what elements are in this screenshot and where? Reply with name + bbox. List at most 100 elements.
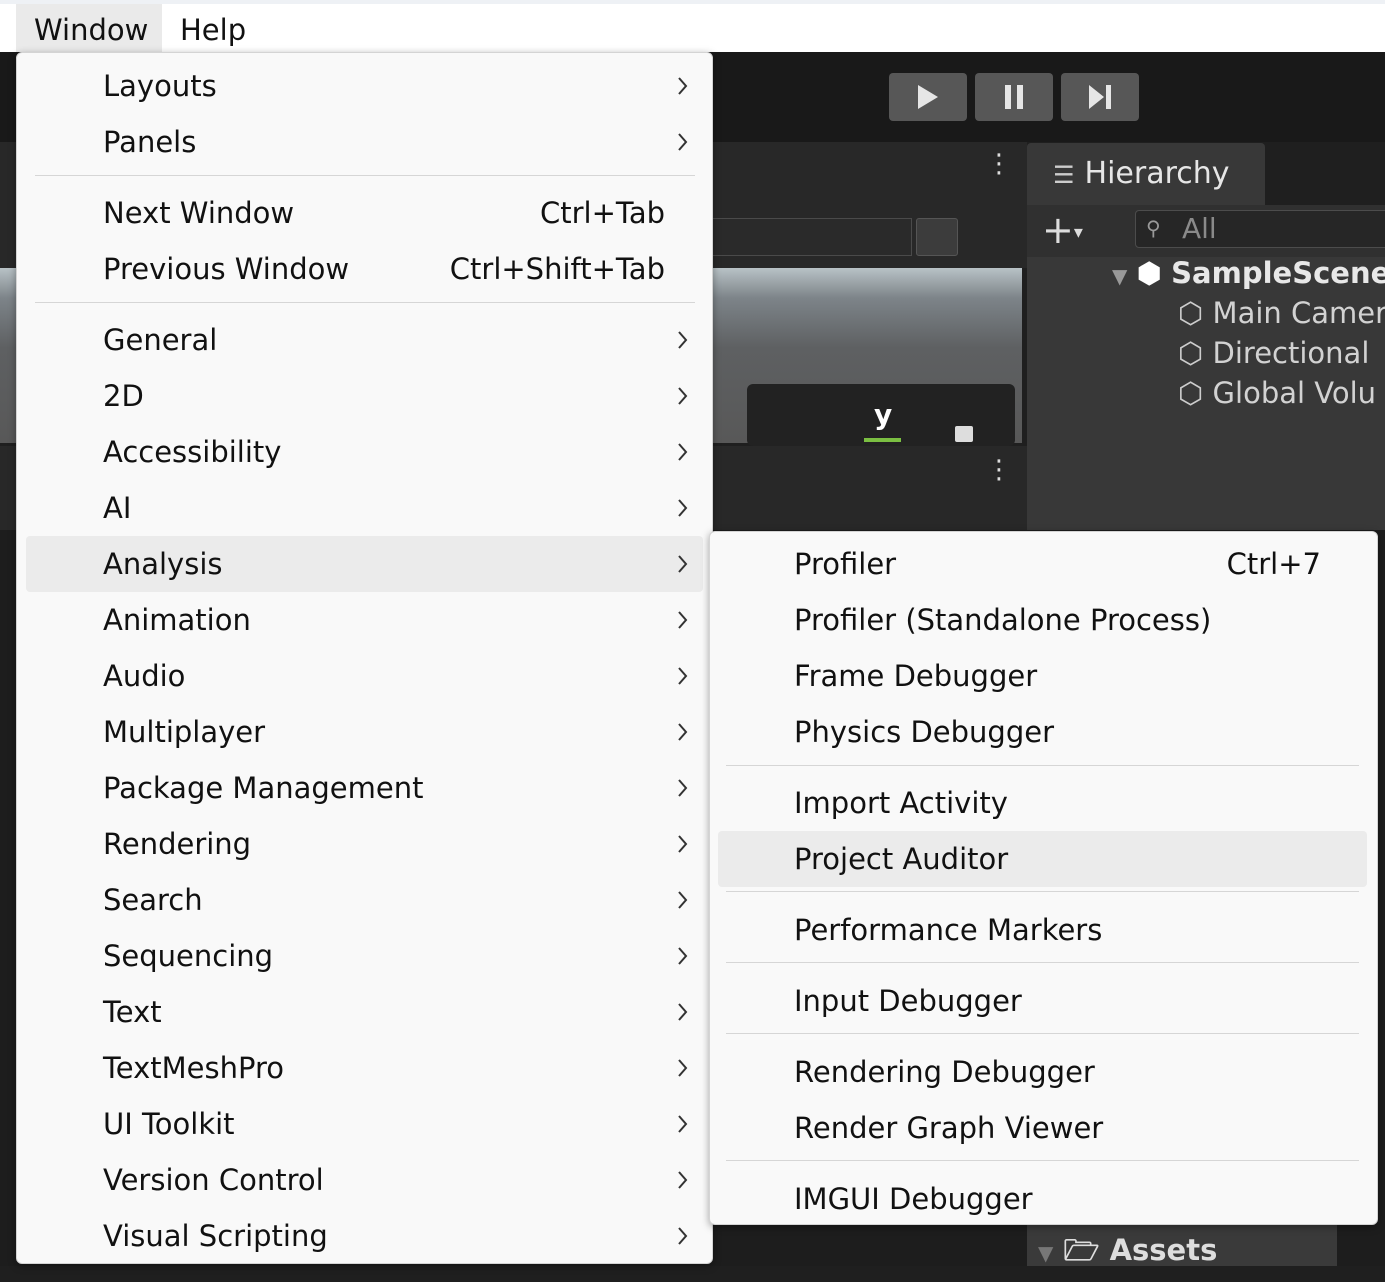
scene-search-field bbox=[700, 218, 912, 256]
analysis-submenu: Profiler Ctrl+7 Profiler (Standalone Proce… bbox=[709, 531, 1378, 1225]
expand-arrow-icon[interactable]: ▼ bbox=[1112, 264, 1127, 288]
hierarchy-search-input[interactable] bbox=[1135, 210, 1385, 248]
hierarchy-tab[interactable]: ☰ Hierarchy bbox=[1027, 143, 1265, 205]
menu-separator bbox=[35, 302, 695, 303]
menu-separator bbox=[35, 175, 695, 176]
menu-item-label: Search bbox=[103, 883, 203, 917]
analysis-menu-item-profiler[interactable]: Profiler Ctrl+7 bbox=[718, 536, 1367, 592]
menu-help[interactable]: Help bbox=[162, 4, 264, 52]
window-menu-item-previous-window[interactable]: Previous Window Ctrl+Shift+Tab bbox=[26, 241, 703, 297]
menu-item-label: Previous Window bbox=[103, 252, 350, 286]
more-options-icon-2[interactable]: ⋮ bbox=[986, 457, 1012, 494]
analysis-menu-item-rendering-debugger[interactable]: Rendering Debugger bbox=[718, 1044, 1367, 1100]
hierarchy-object-row[interactable]: ⬡ Directional bbox=[1178, 336, 1369, 370]
window-menu-item-sequencing[interactable]: Sequencing bbox=[26, 928, 703, 984]
expand-arrow-icon[interactable]: ▼ bbox=[1038, 1241, 1053, 1265]
menu-item-label: Rendering Debugger bbox=[794, 1055, 1095, 1089]
menu-item-label: Input Debugger bbox=[794, 984, 1022, 1018]
analysis-menu-item-imgui-debugger[interactable]: IMGUI Debugger bbox=[718, 1171, 1367, 1227]
hierarchy-object-label: Main Camer bbox=[1212, 296, 1385, 330]
window-menu-item-multiplayer[interactable]: Multiplayer bbox=[26, 704, 703, 760]
chevron-right-icon bbox=[673, 648, 693, 704]
chevron-right-icon bbox=[673, 424, 693, 480]
window-menu-item-ui-toolkit[interactable]: UI Toolkit bbox=[26, 1096, 703, 1152]
window-menu-item-panels[interactable]: Panels bbox=[26, 114, 703, 170]
analysis-menu-item-profiler-standalone-process[interactable]: Profiler (Standalone Process) bbox=[718, 592, 1367, 648]
window-menu-item-textmeshpro[interactable]: TextMeshPro bbox=[26, 1040, 703, 1096]
hierarchy-object-row[interactable]: ⬡ Main Camer bbox=[1178, 296, 1385, 330]
menu-item-label: Frame Debugger bbox=[794, 659, 1038, 693]
chevron-right-icon bbox=[673, 872, 693, 928]
menu-item-label: Rendering bbox=[103, 827, 252, 861]
menu-item-label: General bbox=[103, 323, 218, 357]
window-menu-item-package-management[interactable]: Package Management bbox=[26, 760, 703, 816]
menu-item-label: Layouts bbox=[103, 69, 217, 103]
menu-item-shortcut: Ctrl+Tab bbox=[540, 196, 665, 230]
lock-icon[interactable] bbox=[955, 426, 973, 442]
analysis-menu-item-performance-markers[interactable]: Performance Markers bbox=[718, 902, 1367, 958]
menu-bar: Window Help bbox=[0, 0, 1385, 52]
analysis-menu-item-frame-debugger[interactable]: Frame Debugger bbox=[718, 648, 1367, 704]
folder-icon: 🗁 bbox=[1063, 1233, 1100, 1267]
window-menu: Layouts Panels Next Window Ctrl+Tab Previous… bbox=[16, 52, 713, 1264]
menu-item-shortcut: Ctrl+Shift+Tab bbox=[449, 252, 665, 286]
menu-item-label: Next Window bbox=[103, 196, 295, 230]
scene-row[interactable]: ▼ ⬢ SampleScene bbox=[1112, 256, 1385, 290]
chevron-right-icon bbox=[673, 1208, 693, 1264]
chevron-right-icon bbox=[673, 536, 693, 592]
play-button[interactable] bbox=[889, 73, 967, 121]
window-menu-item-rendering[interactable]: Rendering bbox=[26, 816, 703, 872]
analysis-menu-item-input-debugger[interactable]: Input Debugger bbox=[718, 973, 1367, 1029]
hierarchy-object-row[interactable]: ⬡ Global Volu bbox=[1178, 376, 1376, 410]
menu-item-label: Text bbox=[103, 995, 162, 1029]
menu-window[interactable]: Window bbox=[16, 4, 162, 52]
play-icon bbox=[918, 85, 938, 109]
window-menu-item-animation[interactable]: Animation bbox=[26, 592, 703, 648]
assets-label: Assets bbox=[1109, 1233, 1218, 1267]
chevron-right-icon bbox=[673, 480, 693, 536]
menu-item-label: Audio bbox=[103, 659, 186, 693]
window-menu-item-text[interactable]: Text bbox=[26, 984, 703, 1040]
cube-icon: ⬡ bbox=[1178, 296, 1204, 330]
maximize-icon[interactable] bbox=[916, 218, 958, 256]
window-menu-item-layouts[interactable]: Layouts bbox=[26, 58, 703, 114]
more-options-icon[interactable]: ⋮ bbox=[986, 151, 1012, 188]
menu-item-label: Visual Scripting bbox=[103, 1219, 328, 1253]
chevron-right-icon bbox=[673, 1040, 693, 1096]
menu-separator bbox=[726, 891, 1359, 892]
analysis-menu-item-project-auditor[interactable]: Project Auditor bbox=[718, 831, 1367, 887]
chevron-right-icon bbox=[673, 1096, 693, 1152]
menu-item-label: Performance Markers bbox=[794, 913, 1103, 947]
analysis-menu-item-import-activity[interactable]: Import Activity bbox=[718, 775, 1367, 831]
assets-folder-row[interactable]: ▼ 🗁 Assets bbox=[1038, 1230, 1217, 1279]
step-button[interactable] bbox=[1061, 73, 1139, 121]
window-menu-item-visual-scripting[interactable]: Visual Scripting bbox=[26, 1208, 703, 1264]
window-menu-item-general[interactable]: General bbox=[26, 312, 703, 368]
hierarchy-list-icon: ☰ bbox=[1053, 161, 1075, 189]
window-menu-item-version-control[interactable]: Version Control bbox=[26, 1152, 703, 1208]
window-menu-item-2d[interactable]: 2D bbox=[26, 368, 703, 424]
chevron-right-icon bbox=[673, 368, 693, 424]
window-menu-item-next-window[interactable]: Next Window Ctrl+Tab bbox=[26, 185, 703, 241]
analysis-menu-item-render-graph-viewer[interactable]: Render Graph Viewer bbox=[718, 1100, 1367, 1156]
step-icon bbox=[1089, 85, 1111, 109]
menu-separator bbox=[726, 1160, 1359, 1161]
hierarchy-search-placeholder: All bbox=[1182, 212, 1217, 245]
menu-item-label: TextMeshPro bbox=[103, 1051, 285, 1085]
menu-item-label: Multiplayer bbox=[103, 715, 266, 749]
menu-item-label: 2D bbox=[103, 379, 144, 413]
window-menu-item-ai[interactable]: AI bbox=[26, 480, 703, 536]
menu-separator bbox=[726, 962, 1359, 963]
pause-button[interactable] bbox=[975, 73, 1053, 121]
hierarchy-object-label: Global Volu bbox=[1212, 376, 1377, 410]
menu-item-shortcut: Ctrl+7 bbox=[1226, 547, 1321, 581]
window-menu-item-audio[interactable]: Audio bbox=[26, 648, 703, 704]
window-menu-item-analysis[interactable]: Analysis bbox=[26, 536, 703, 592]
add-object-button[interactable]: +▾ bbox=[1042, 208, 1083, 252]
menu-item-label: Import Activity bbox=[794, 786, 1008, 820]
chevron-right-icon bbox=[673, 312, 693, 368]
window-menu-item-search[interactable]: Search bbox=[26, 872, 703, 928]
menu-item-label: Analysis bbox=[103, 547, 223, 581]
analysis-menu-item-physics-debugger[interactable]: Physics Debugger bbox=[718, 704, 1367, 760]
window-menu-item-accessibility[interactable]: Accessibility bbox=[26, 424, 703, 480]
